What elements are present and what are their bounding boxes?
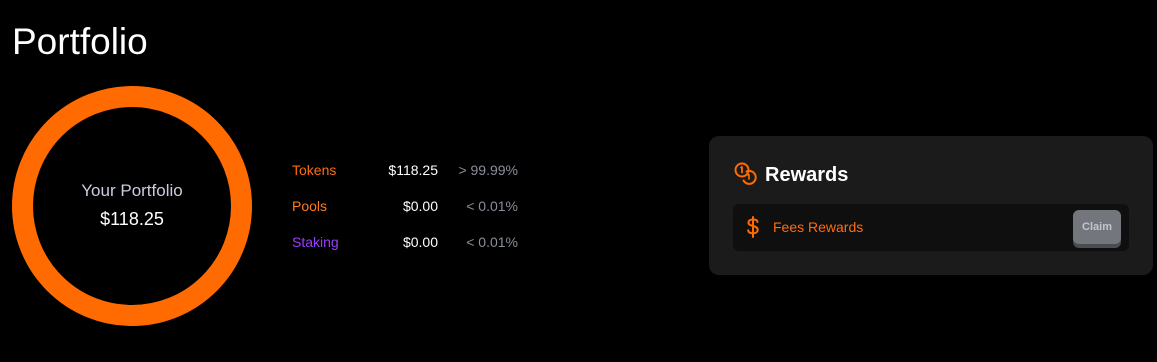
rewards-title: Rewards [765,164,849,186]
breakdown-name: Pools [292,198,328,214]
dollar-icon [743,215,763,239]
donut-center: Your Portfolio $118.25 [12,86,252,326]
breakdown-row-staking: Staking $0.00 < 0.01% [292,230,532,266]
breakdown-name: Staking [292,234,339,250]
portfolio-total-value: $118.25 [100,209,164,229]
breakdown-value: $0.00 [402,198,438,214]
reward-label: Fees Rewards [773,219,864,235]
portfolio-breakdown: Tokens $118.25 > 99.99% Pools $0.00 < 0.… [292,158,532,266]
coins-icon [733,161,757,190]
rewards-header: Rewards [733,161,848,190]
breakdown-percent: > 99.99% [458,162,518,178]
reward-item-fees: Fees Rewards Claim [733,204,1129,251]
portfolio-page: Portfolio Your Portfolio $118.25 Tokens … [0,0,1157,362]
breakdown-name: Tokens [292,162,337,178]
breakdown-row-tokens: Tokens $118.25 > 99.99% [292,158,532,194]
portfolio-label: Your Portfolio [81,181,183,200]
breakdown-value: $0.00 [402,234,438,250]
breakdown-percent: < 0.01% [466,198,518,214]
rewards-card: Rewards Fees Rewards Claim [709,136,1153,275]
breakdown-row-pools: Pools $0.00 < 0.01% [292,194,532,230]
portfolio-donut-chart: Your Portfolio $118.25 [12,86,252,326]
page-title: Portfolio [12,21,148,62]
claim-button[interactable]: Claim [1073,210,1121,244]
breakdown-percent: < 0.01% [466,234,518,250]
breakdown-value: $118.25 [388,162,438,178]
